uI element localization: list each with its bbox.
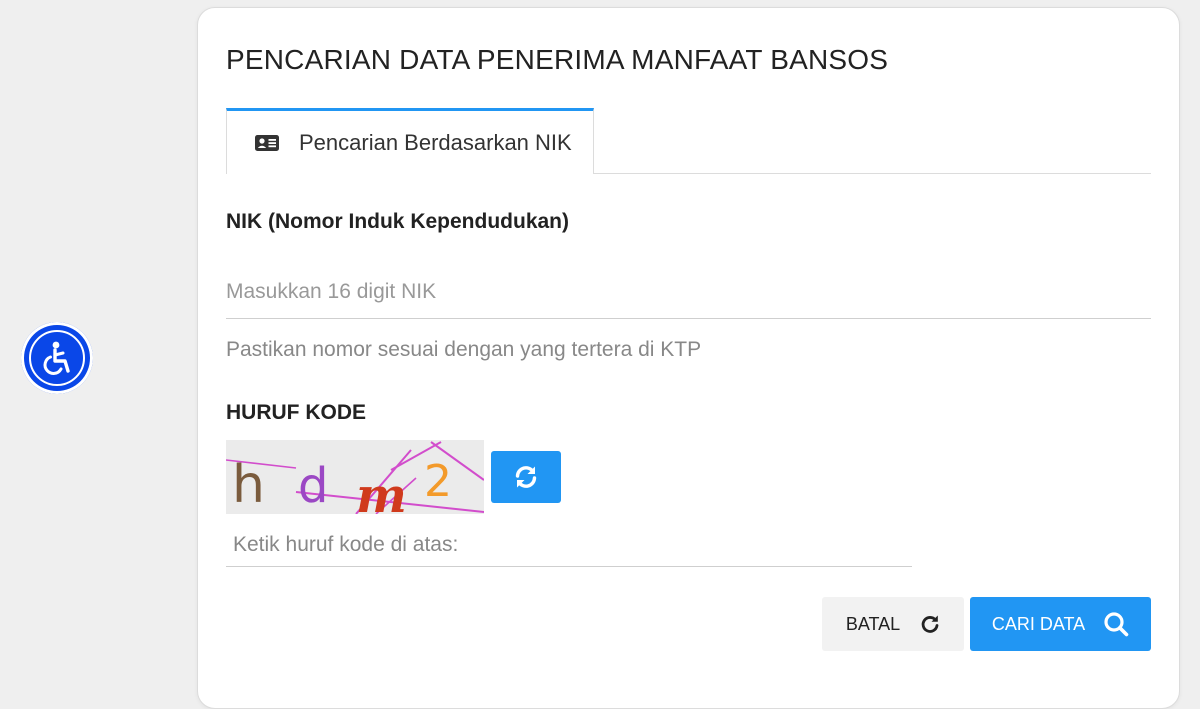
accessibility-button[interactable] (21, 322, 93, 394)
id-card-icon (255, 134, 279, 151)
search-icon (1104, 612, 1129, 637)
refresh-icon (515, 466, 537, 488)
accessibility-icon-ring (29, 330, 85, 386)
tab-nik-search[interactable]: Pencarian Berdasarkan NIK (226, 108, 594, 174)
captcha-char: h (232, 455, 265, 514)
cancel-button[interactable]: BATAL (822, 597, 964, 651)
nik-field-label: NIK (Nomor Induk Kependudukan) (226, 210, 569, 233)
search-button-label: CARI DATA (991, 613, 1086, 634)
captcha-char: 2 (424, 456, 452, 507)
captcha-image: h d m 2 (226, 440, 484, 514)
captcha-char: d (298, 458, 328, 514)
page-title: PENCARIAN DATA PENERIMA MANFAAT BANSOS (226, 44, 889, 75)
search-button[interactable]: CARI DATA (970, 597, 1151, 651)
tab-label: Pencarian Berdasarkan NIK (299, 129, 572, 155)
captcha-input[interactable] (226, 523, 912, 567)
accessibility-icon (43, 341, 70, 375)
search-card: PENCARIAN DATA PENERIMA MANFAAT BANSOS P… (197, 7, 1180, 709)
tab-bar: Pencarian Berdasarkan NIK (226, 108, 1151, 174)
captcha-refresh-button[interactable] (491, 451, 561, 503)
cancel-button-label: BATAL (845, 613, 901, 634)
nik-helper-text: Pastikan nomor sesuai dengan yang terter… (226, 338, 702, 361)
nik-input[interactable] (226, 266, 1151, 319)
captcha-label: HURUF KODE (226, 401, 366, 424)
reset-icon (921, 615, 939, 633)
captcha-char: m (356, 468, 407, 514)
